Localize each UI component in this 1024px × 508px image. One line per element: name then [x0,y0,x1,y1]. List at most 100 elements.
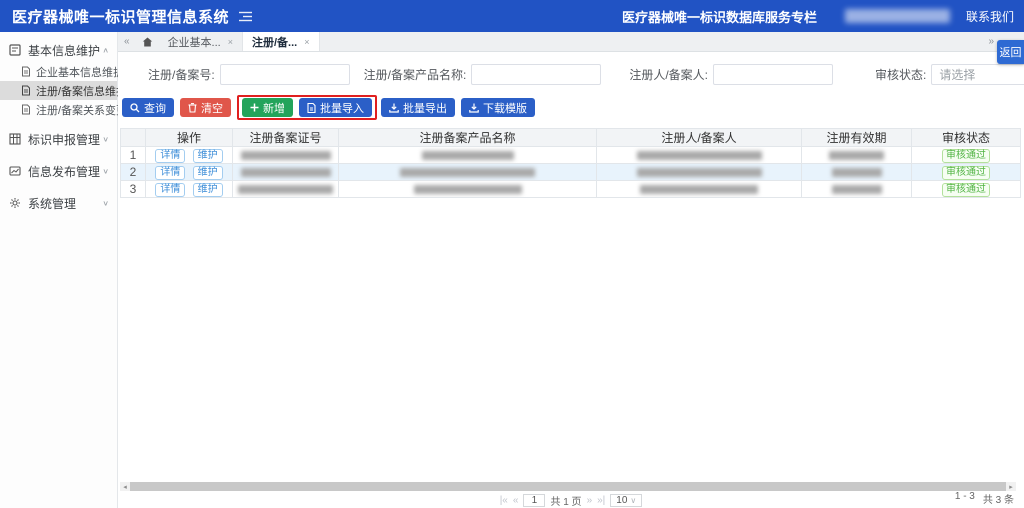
scroll-right-icon[interactable]: ▸ [1006,482,1016,491]
table-row: 3 详情 维护 审核通过 [121,181,1021,198]
registrant-label: 注册人/备案人: [629,66,708,83]
sidebar-item-udi-declare[interactable]: 标识申报管理 ∨ [0,127,117,151]
status-badge: 审核通过 [942,149,990,163]
reg-no-label: 注册/备案号: [148,66,215,83]
trash-icon [188,103,197,113]
sidebar-item-label: 标识申报管理 [28,131,100,148]
form-icon [9,44,21,56]
menu-fold-icon[interactable] [239,11,252,22]
app-title: 医疗器械唯一标识管理信息系统 [12,6,229,27]
redacted-product-name [414,185,522,194]
field-registrant: 注册人/备案人: [629,64,833,85]
close-icon[interactable]: × [228,37,233,47]
horizontal-scrollbar[interactable]: ◂ ▸ [120,482,1016,491]
chart-icon [9,165,21,177]
chevron-up-icon: ∧ [102,46,109,55]
table-row: 2 详情 维护 审核通过 [121,164,1021,181]
redacted-registrant [637,151,762,160]
status-badge: 审核通过 [942,166,990,180]
file-import-icon [307,103,316,113]
detail-button[interactable]: 详情 [155,166,185,180]
scroll-left-icon[interactable]: ◂ [120,482,130,491]
sidebar-item-label: 信息发布管理 [28,163,100,180]
chevron-down-icon: ∨ [102,199,109,208]
maintain-button[interactable]: 维护 [193,183,223,197]
close-icon[interactable]: × [304,37,309,47]
redacted-valid-period [832,185,882,194]
first-page-icon[interactable]: |« [500,495,508,506]
row-index: 2 [121,164,146,181]
field-product-name: 注册/备案产品名称: [364,64,602,85]
clear-button[interactable]: 清空 [180,98,231,117]
search-form: 注册/备案号: 注册/备案产品名称: 注册人/备案人: 审核状态: 请选择 ∨ [118,64,1024,85]
tab-bar: « 企业基本... × 注册/备... × » [118,32,1024,52]
download-template-button[interactable]: 下载模版 [461,98,535,117]
grid-icon [9,133,21,145]
detail-button[interactable]: 详情 [155,183,185,197]
batch-import-button[interactable]: 批量导入 [299,98,372,117]
detail-button[interactable]: 详情 [155,149,185,163]
table-header-row: 操作 注册备案证号 注册备案产品名称 注册人/备案人 注册有效期 审核状态 [121,129,1021,147]
back-button[interactable]: 返回 [997,40,1024,64]
row-index: 1 [121,147,146,164]
sidebar-item-basic-info[interactable]: 基本信息维护 ∧ [0,38,117,62]
cert-no-header: 注册备案证号 [233,129,339,147]
maintain-button[interactable]: 维护 [193,166,223,180]
total-pages-label: 共 1 页 [550,493,581,508]
field-audit-status: 审核状态: 请选择 ∨ [875,64,1024,85]
sidebar-item-system-admin[interactable]: 系统管理 ∨ [0,191,117,215]
valid-period-header: 注册有效期 [802,129,912,147]
audit-status-select[interactable]: 请选择 ∨ [931,64,1024,85]
reg-no-input[interactable] [220,64,350,85]
tab-label: 注册/备... [252,34,297,50]
chevron-down-icon: ∨ [102,167,109,176]
last-page-icon[interactable]: »| [597,495,605,506]
plus-icon [250,103,259,112]
tab-label: 企业基本... [168,34,221,50]
download-icon [469,103,479,113]
audit-status-label: 审核状态: [875,66,926,83]
redacted-valid-period [832,168,882,177]
total-text: 共 3 条 [983,491,1014,506]
tab-company-basic[interactable]: 企业基本... × [159,32,243,51]
contact-us-link[interactable]: 联系我们 [966,8,1014,25]
scrollbar-thumb[interactable] [130,482,1006,491]
product-name-label: 注册/备案产品名称: [364,66,467,83]
batch-export-button[interactable]: 批量导出 [381,98,455,117]
registrant-input[interactable] [713,64,833,85]
registrant-header: 注册人/备案人 [597,129,802,147]
sidebar-item-info-publish[interactable]: 信息发布管理 ∨ [0,159,117,183]
sidebar-item-company-info[interactable]: 企业基本信息维护 [0,62,117,81]
current-page-box[interactable]: 1 [523,494,545,507]
user-info-redacted [845,9,950,23]
page-size-select[interactable]: 10 ∨ [610,494,642,507]
maintain-button[interactable]: 维护 [193,149,223,163]
query-button[interactable]: 查询 [122,98,174,117]
next-page-icon[interactable]: » [587,495,593,506]
pagination-bar: |« « 1 共 1 页 » »| 10 ∨ [118,492,1024,508]
redacted-product-name [422,151,514,160]
prev-page-icon[interactable]: « [513,495,519,506]
audit-status-value: 请选择 [939,66,975,83]
document-icon [21,66,31,77]
product-name-header: 注册备案产品名称 [339,129,597,147]
range-text: 1 - 3 [955,491,975,506]
add-button[interactable]: 新增 [242,98,293,117]
tab-registration[interactable]: 注册/备... × [243,32,320,51]
redacted-registrant [637,168,762,177]
tabs-scroll-left-icon[interactable]: « [118,32,136,51]
record-range: 1 - 3 共 3 条 [955,491,1014,506]
redacted-valid-period [829,151,884,160]
sidebar-item-registration-info[interactable]: 注册/备案信息维护 [0,81,117,100]
product-name-input[interactable] [471,64,601,85]
download-icon [389,103,399,113]
home-icon[interactable] [136,32,159,51]
redacted-cert-no [241,168,331,177]
top-bar: 医疗器械唯一标识管理信息系统 医疗器械唯一标识数据库服务专栏 联系我们 [0,0,1024,32]
index-header [121,129,146,147]
sidebar-item-label: 注册/备案关系变更 [36,102,127,118]
redacted-cert-no [241,151,331,160]
highlight-box: 新增 批量导入 [237,95,377,120]
redacted-registrant [640,185,758,194]
sidebar-item-registration-change[interactable]: 注册/备案关系变更 [0,100,117,119]
